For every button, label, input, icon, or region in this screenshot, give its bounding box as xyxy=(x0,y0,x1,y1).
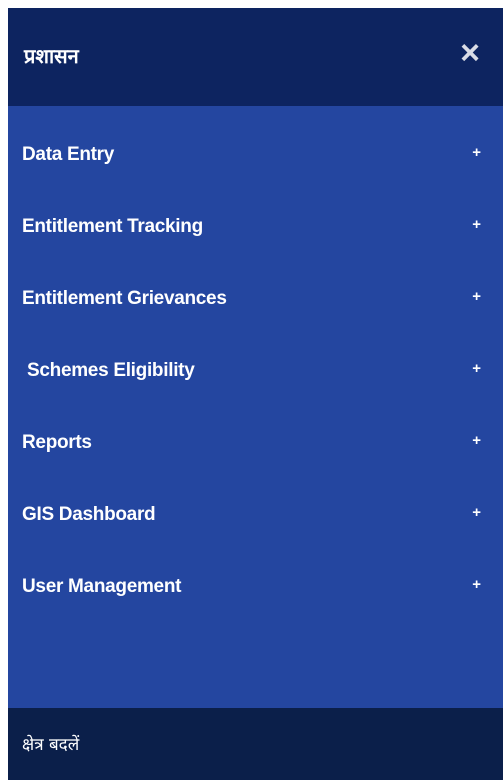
menu-item-schemes-eligibility[interactable]: Schemes Eligibility + xyxy=(8,338,503,410)
menu-item-entitlement-grievances[interactable]: Entitlement Grievances + xyxy=(8,266,503,338)
expand-plus-icon[interactable]: + xyxy=(472,216,481,233)
menu-list: Data Entry + Entitlement Tracking + Enti… xyxy=(8,122,503,626)
app-frame: प्रशासन × Data Entry + Entitlement Track… xyxy=(0,0,503,780)
expand-plus-icon[interactable]: + xyxy=(472,432,481,449)
menu-item-label: Schemes Eligibility xyxy=(27,360,195,381)
menu-header: प्रशासन × xyxy=(8,8,503,106)
expand-plus-icon[interactable]: + xyxy=(472,504,481,521)
expand-plus-icon[interactable]: + xyxy=(472,288,481,305)
menu-item-label: GIS Dashboard xyxy=(22,504,156,525)
menu-item-data-entry[interactable]: Data Entry + xyxy=(8,122,503,194)
side-menu-panel: प्रशासन × Data Entry + Entitlement Track… xyxy=(8,8,503,780)
menu-item-entitlement-tracking[interactable]: Entitlement Tracking + xyxy=(8,194,503,266)
menu-item-label: Entitlement Tracking xyxy=(22,216,203,237)
expand-plus-icon[interactable]: + xyxy=(472,576,481,593)
expand-plus-icon[interactable]: + xyxy=(472,144,481,161)
menu-item-label: Entitlement Grievances xyxy=(22,288,227,309)
menu-item-reports[interactable]: Reports + xyxy=(8,410,503,482)
menu-item-label: Reports xyxy=(22,432,92,453)
menu-item-label: User Management xyxy=(22,576,182,597)
menu-item-label: Data Entry xyxy=(22,144,115,165)
expand-plus-icon[interactable]: + xyxy=(472,360,481,377)
menu-item-gis-dashboard[interactable]: GIS Dashboard + xyxy=(8,482,503,554)
close-icon[interactable]: × xyxy=(455,36,485,70)
menu-title: प्रशासन xyxy=(24,44,79,68)
menu-item-user-management[interactable]: User Management + xyxy=(8,554,503,626)
change-area-link[interactable]: क्षेत्र बदलें xyxy=(22,732,79,755)
change-area-footer: क्षेत्र बदलें xyxy=(8,708,503,780)
